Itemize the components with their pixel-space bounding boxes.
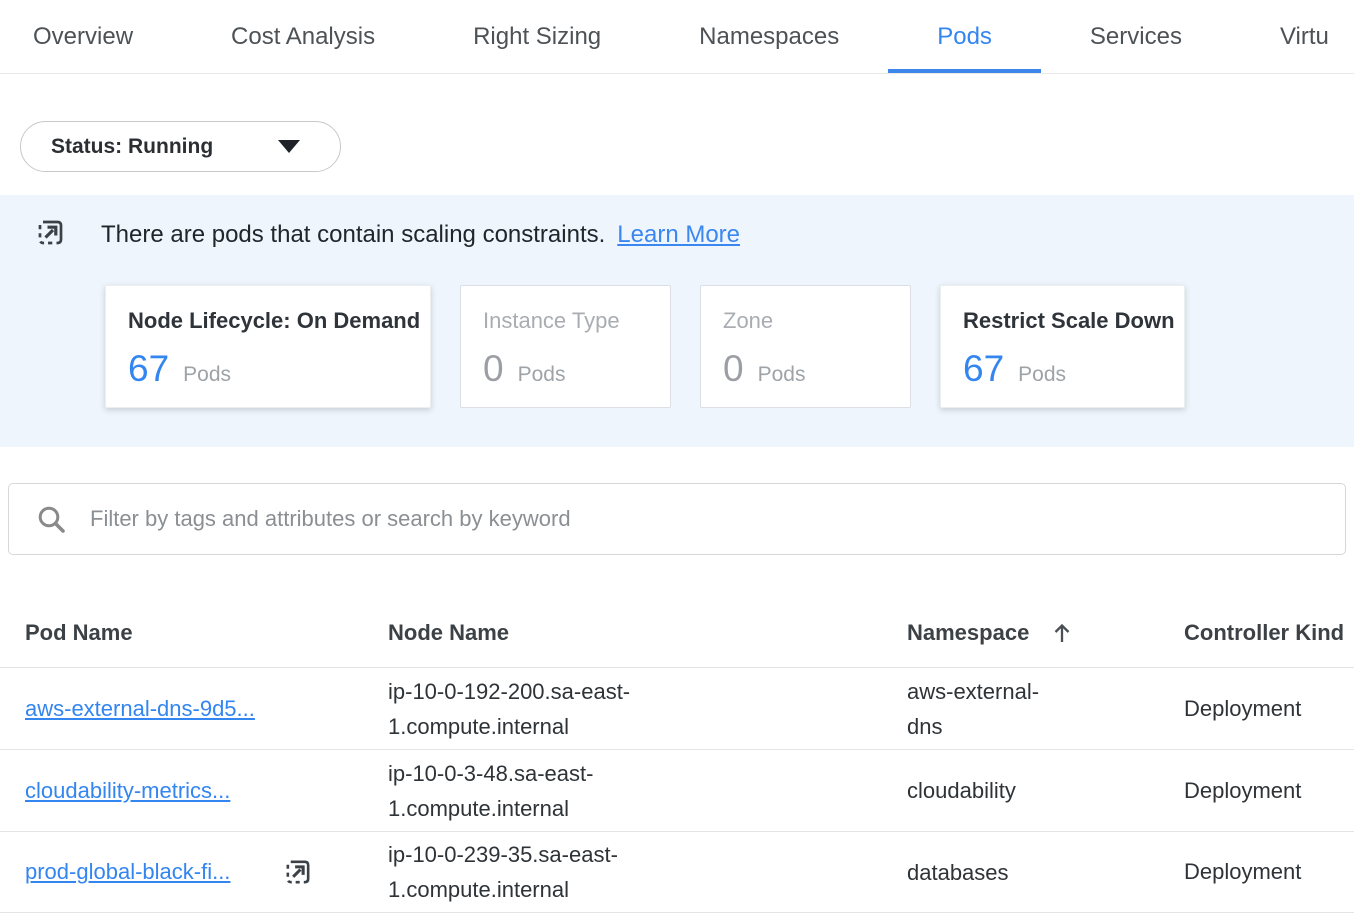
pods-table: Pod Name Node Name Namespace Controller … (0, 599, 1354, 913)
table-row: prod-global-black-fi... ip-10-0-239-35.s… (0, 831, 1354, 913)
node-name-cell: ip-10-0-239-35.sa-east-1.compute.interna… (388, 837, 660, 907)
tab-cost-analysis[interactable]: Cost Analysis (182, 0, 424, 73)
card-title: Node Lifecycle: On Demand (128, 308, 408, 334)
tab-namespaces[interactable]: Namespaces (650, 0, 888, 73)
chevron-down-icon (278, 140, 300, 153)
pod-name-link[interactable]: prod-global-black-fi... (25, 859, 230, 885)
card-count: 0 (723, 348, 744, 390)
pod-name-link[interactable]: cloudability-metrics... (25, 778, 230, 804)
namespace-cell: aws-external-dns (907, 674, 1059, 744)
tab-virtual[interactable]: Virtu (1231, 0, 1354, 73)
pod-name-link[interactable]: aws-external-dns-9d5... (25, 696, 255, 722)
column-header-namespace[interactable]: Namespace (907, 620, 1184, 646)
column-header-node-name[interactable]: Node Name (388, 620, 907, 646)
banner-message-row: There are pods that contain scaling cons… (0, 217, 1354, 253)
status-filter-dropdown[interactable]: Status: Running (20, 121, 341, 172)
controller-kind-cell: Deployment (1184, 859, 1354, 885)
card-unit: Pods (183, 363, 231, 387)
banner-message: There are pods that contain scaling cons… (101, 221, 605, 249)
scale-external-link-icon (283, 857, 313, 887)
card-count: 0 (483, 348, 504, 390)
scale-external-link-icon (35, 217, 66, 253)
table-row: cloudability-metrics... ip-10-0-3-48.sa-… (0, 749, 1354, 831)
card-restrict-scale-down[interactable]: Restrict Scale Down 67 Pods (940, 285, 1185, 408)
card-title: Instance Type (483, 308, 648, 334)
search-input[interactable] (90, 506, 1325, 532)
tab-right-sizing[interactable]: Right Sizing (424, 0, 650, 73)
search-icon (36, 504, 67, 535)
namespace-cell: cloudability (907, 773, 1059, 808)
controller-kind-cell: Deployment (1184, 778, 1354, 804)
sort-ascending-icon (1051, 621, 1073, 645)
card-unit: Pods (758, 363, 806, 387)
card-title: Restrict Scale Down (963, 308, 1162, 334)
tab-overview[interactable]: Overview (0, 0, 182, 73)
status-filter-label: Status: Running (51, 135, 213, 159)
constraint-cards-row: Node Lifecycle: On Demand 67 Pods Instan… (105, 285, 1354, 408)
column-header-controller-kind[interactable]: Controller Kind (1184, 620, 1354, 646)
card-unit: Pods (518, 363, 566, 387)
table-header-row: Pod Name Node Name Namespace Controller … (0, 599, 1354, 667)
search-box (8, 483, 1346, 555)
filter-row: Status: Running (0, 74, 1354, 172)
card-instance-type[interactable]: Instance Type 0 Pods (460, 285, 671, 408)
card-count: 67 (128, 348, 169, 390)
tab-pods[interactable]: Pods (888, 0, 1041, 73)
card-unit: Pods (1018, 363, 1066, 387)
table-row: aws-external-dns-9d5... ip-10-0-192-200.… (0, 667, 1354, 749)
card-title: Zone (723, 308, 888, 334)
node-name-cell: ip-10-0-3-48.sa-east-1.compute.internal (388, 756, 660, 826)
tab-bar: Overview Cost Analysis Right Sizing Name… (0, 0, 1354, 74)
column-header-pod-name[interactable]: Pod Name (25, 620, 388, 646)
node-name-cell: ip-10-0-192-200.sa-east-1.compute.intern… (388, 674, 660, 744)
namespace-cell: databases (907, 855, 1059, 890)
tab-services[interactable]: Services (1041, 0, 1231, 73)
learn-more-link[interactable]: Learn More (617, 221, 740, 249)
card-node-lifecycle[interactable]: Node Lifecycle: On Demand 67 Pods (105, 285, 431, 408)
scaling-constraints-banner: There are pods that contain scaling cons… (0, 195, 1354, 447)
card-zone[interactable]: Zone 0 Pods (700, 285, 911, 408)
card-count: 67 (963, 348, 1004, 390)
controller-kind-cell: Deployment (1184, 696, 1354, 722)
